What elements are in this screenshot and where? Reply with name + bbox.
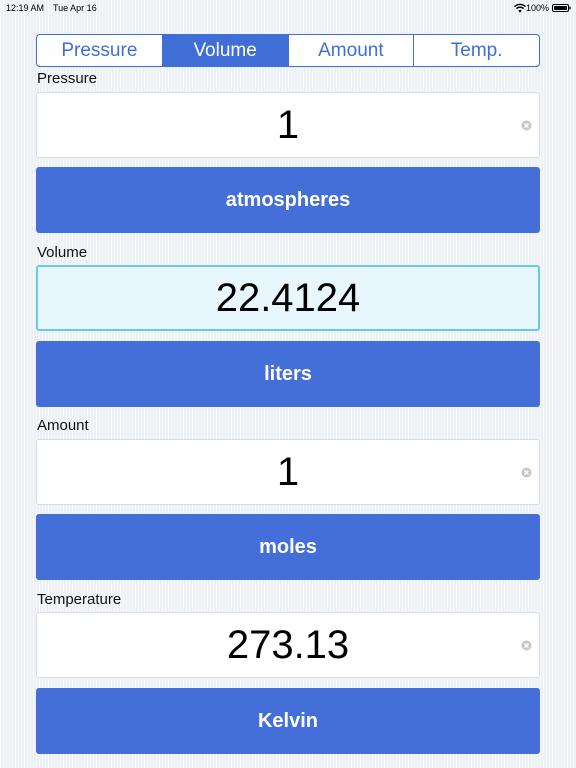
status-date: Tue Apr 16	[53, 3, 97, 13]
pressure-input[interactable]: 1	[36, 92, 540, 158]
volume-input[interactable]: 22.4124	[36, 265, 540, 331]
amount-unit-button[interactable]: moles	[36, 514, 540, 580]
wifi-icon	[514, 3, 526, 13]
pressure-label: Pressure	[37, 70, 98, 87]
clear-icon[interactable]	[521, 640, 532, 651]
status-time: 12:19 AM	[6, 3, 45, 13]
battery-icon	[552, 4, 571, 12]
amount-value: 1	[276, 449, 300, 494]
clear-icon[interactable]	[521, 467, 532, 478]
temperature-label: Temperature	[37, 591, 122, 608]
volume-label: Volume	[37, 244, 88, 261]
battery-percent: 100%	[525, 3, 549, 13]
pressure-unit-button[interactable]: atmospheres	[36, 167, 540, 233]
tab-pressure[interactable]: Pressure	[37, 35, 162, 66]
temperature-input[interactable]: 273.13	[36, 612, 540, 678]
clear-icon[interactable]	[521, 120, 532, 131]
amount-label: Amount	[37, 417, 89, 434]
volume-unit-button[interactable]: liters	[36, 341, 540, 407]
pressure-value: 1	[276, 102, 300, 147]
volume-value: 22.4124	[215, 275, 361, 320]
tab-amount[interactable]: Amount	[287, 35, 414, 66]
status-bar: 12:19 AM Tue Apr 16 100%	[0, 0, 576, 16]
tab-temperature[interactable]: Temp.	[413, 35, 539, 66]
amount-input[interactable]: 1	[36, 439, 540, 505]
tab-volume[interactable]: Volume	[161, 35, 288, 66]
mode-segmented-control: Pressure Volume Amount Temp.	[36, 34, 540, 67]
temperature-unit-button[interactable]: Kelvin	[36, 688, 540, 754]
temperature-value: 273.13	[226, 622, 350, 667]
